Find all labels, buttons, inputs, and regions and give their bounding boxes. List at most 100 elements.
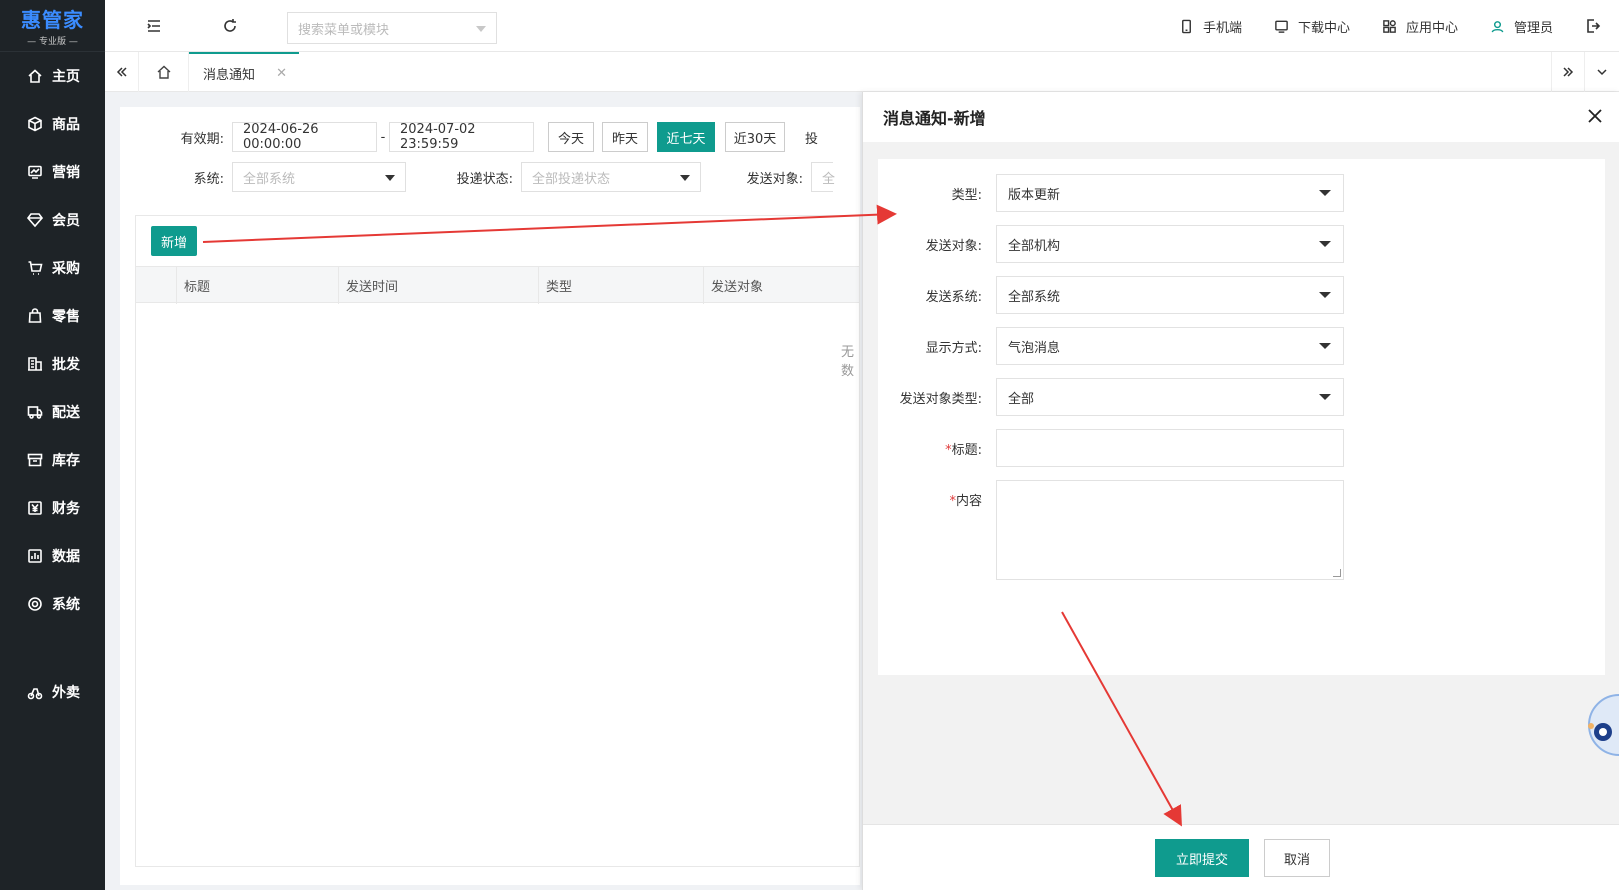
assistant-widget[interactable] — [1585, 690, 1619, 760]
caret-down-icon — [1319, 343, 1331, 349]
field-label: *标题: — [878, 439, 996, 458]
field-label: 发送对象类型: — [899, 391, 982, 407]
logout-button[interactable] — [1585, 18, 1605, 34]
data-grid: 新增 标题 发送时间 类型 发送对象 无数 — [135, 215, 860, 867]
sidebar-item-label: 库存 — [52, 453, 80, 469]
sidebar-item-label: 财务 — [52, 501, 80, 517]
apps-grid-icon — [1383, 19, 1396, 33]
display-mode-value: 气泡消息 — [1008, 340, 1061, 356]
close-drawer-button[interactable] — [1587, 108, 1605, 126]
sidebar-item-label: 采购 — [52, 261, 80, 277]
search-placeholder: 搜索菜单或模块 — [298, 22, 390, 38]
topbar: 搜索菜单或模块 手机端 下载中心 应用中心 管理员 — [105, 0, 1619, 52]
start-date-input[interactable]: 2024-06-26 00:00:00 — [232, 122, 377, 152]
double-chevron-right-icon — [1563, 67, 1574, 77]
sidebar-item-12[interactable]: 系统 — [0, 580, 105, 628]
content-label-text: 内容 — [955, 494, 982, 509]
sidebar-item-11[interactable]: 数据 — [0, 532, 105, 580]
download-center-link[interactable]: 下载中心 — [1274, 17, 1350, 36]
tab-home[interactable] — [139, 52, 189, 92]
sidebar-item-9[interactable]: 库存 — [0, 436, 105, 484]
target-select[interactable]: 全 — [811, 162, 835, 192]
app-center-link[interactable]: 应用中心 — [1382, 17, 1458, 36]
column-header-type[interactable]: 类型 — [538, 267, 703, 304]
drawer-header: 消息通知-新增 — [863, 92, 1619, 142]
tab-message-notification[interactable]: 消息通知 ✕ — [189, 52, 299, 92]
refresh-icon — [224, 18, 236, 32]
sidebar-item-6[interactable]: 零售 — [0, 292, 105, 340]
type-select[interactable]: 版本更新 — [996, 174, 1344, 212]
menu-fold-icon — [147, 19, 160, 32]
column-header-send-time[interactable]: 发送时间 — [338, 267, 538, 304]
system-select[interactable]: 全部系统 — [232, 162, 406, 192]
end-date-input[interactable]: 2024-07-02 23:59:59 — [389, 122, 534, 152]
sidebar-item-8[interactable]: 配送 — [0, 388, 105, 436]
sidebar-item-5[interactable]: 采购 — [0, 244, 105, 292]
field-send-target: 发送对象: 全部机构 — [878, 225, 1605, 263]
field-label: *内容 — [878, 480, 996, 509]
cart-icon — [26, 259, 44, 277]
phone-icon — [1181, 19, 1191, 33]
quick-today-button[interactable]: 今天 — [548, 122, 594, 152]
delivery-icon — [26, 683, 44, 701]
quick-yesterday-button[interactable]: 昨天 — [602, 122, 648, 152]
column-header-title[interactable]: 标题 — [176, 267, 338, 304]
content-textarea[interactable] — [996, 480, 1344, 580]
field-target-type: 发送对象类型: 全部 — [878, 378, 1605, 416]
quick-last7days-button[interactable]: 近七天 — [657, 122, 715, 152]
sidebar-item-4[interactable]: 会员 — [0, 196, 105, 244]
field-label: 发送系统: — [925, 289, 982, 305]
settings-icon — [26, 595, 44, 613]
download-label: 下载中心 — [1297, 20, 1350, 36]
validity-label: 有效期: — [180, 131, 224, 147]
field-type: 类型: 版本更新 — [878, 174, 1605, 212]
delivery-status-select[interactable]: 全部投递状态 — [521, 162, 701, 192]
sidebar-item-3[interactable]: 营销 — [0, 148, 105, 196]
monitor-icon — [1275, 20, 1288, 33]
field-display-mode: 显示方式: 气泡消息 — [878, 327, 1605, 365]
sidebar-item-label: 配送 — [52, 405, 80, 421]
bar-chart-icon — [26, 547, 44, 565]
sidebar-item-1[interactable]: 主页 — [0, 52, 105, 100]
add-button[interactable]: 新增 — [151, 226, 197, 256]
archive-icon — [26, 451, 44, 469]
drawer-title: 消息通知-新增 — [883, 109, 986, 128]
menu-search-input[interactable]: 搜索菜单或模块 — [287, 12, 497, 44]
send-target-select[interactable]: 全部机构 — [996, 225, 1344, 263]
cancel-button[interactable]: 取消 — [1264, 839, 1330, 877]
double-chevron-left-icon — [116, 67, 127, 77]
robot-assistant-icon — [1588, 694, 1619, 756]
quick-last30days-button[interactable]: 近30天 — [725, 122, 785, 152]
caret-down-icon — [385, 175, 395, 181]
close-tab-icon[interactable]: ✕ — [276, 66, 287, 81]
menu-toggle-button[interactable] — [129, 0, 179, 52]
tab-label: 消息通知 — [203, 67, 256, 83]
sidebar-item-2[interactable]: 商品 — [0, 100, 105, 148]
chart-icon — [26, 163, 44, 181]
chevron-down-icon — [476, 26, 486, 32]
mobile-link[interactable]: 手机端 — [1179, 17, 1242, 36]
send-target-value: 全部机构 — [1008, 238, 1061, 254]
sidebar-item-takeout[interactable]: 外卖 — [0, 668, 105, 716]
sidebar: 惠管家 — 专业版 — 主页 商品 营销 会员采购零售 批发配送库存财务数据 系统 外卖 — [0, 0, 105, 890]
user-menu[interactable]: 管理员 — [1490, 17, 1553, 36]
diamond-icon — [26, 211, 44, 229]
notification-form: 类型: 版本更新 发送对象: 全部机构 发送系统: 全部系统 显示方式: 气泡消… — [878, 159, 1605, 675]
sidebar-item-7[interactable]: 批发 — [0, 340, 105, 388]
title-input[interactable] — [996, 429, 1344, 467]
caret-down-icon — [1319, 241, 1331, 247]
refresh-button[interactable] — [205, 0, 255, 52]
target-type-select[interactable]: 全部 — [996, 378, 1344, 416]
sidebar-item-10[interactable]: 财务 — [0, 484, 105, 532]
submit-button[interactable]: 立即提交 — [1155, 839, 1249, 877]
app-logo[interactable]: 惠管家 — 专业版 — — [0, 0, 105, 52]
tabs-menu-button[interactable] — [1585, 52, 1619, 92]
send-system-select[interactable]: 全部系统 — [996, 276, 1344, 314]
display-mode-select[interactable]: 气泡消息 — [996, 327, 1344, 365]
column-header-target[interactable]: 发送对象 — [703, 267, 863, 304]
brand-name: 惠管家 — [21, 8, 84, 32]
tabs-scroll-right-button[interactable] — [1551, 52, 1585, 92]
field-title: *标题: — [878, 429, 1605, 467]
tabs-scroll-left-button[interactable] — [105, 52, 139, 92]
resize-grip-icon[interactable] — [1333, 569, 1341, 577]
